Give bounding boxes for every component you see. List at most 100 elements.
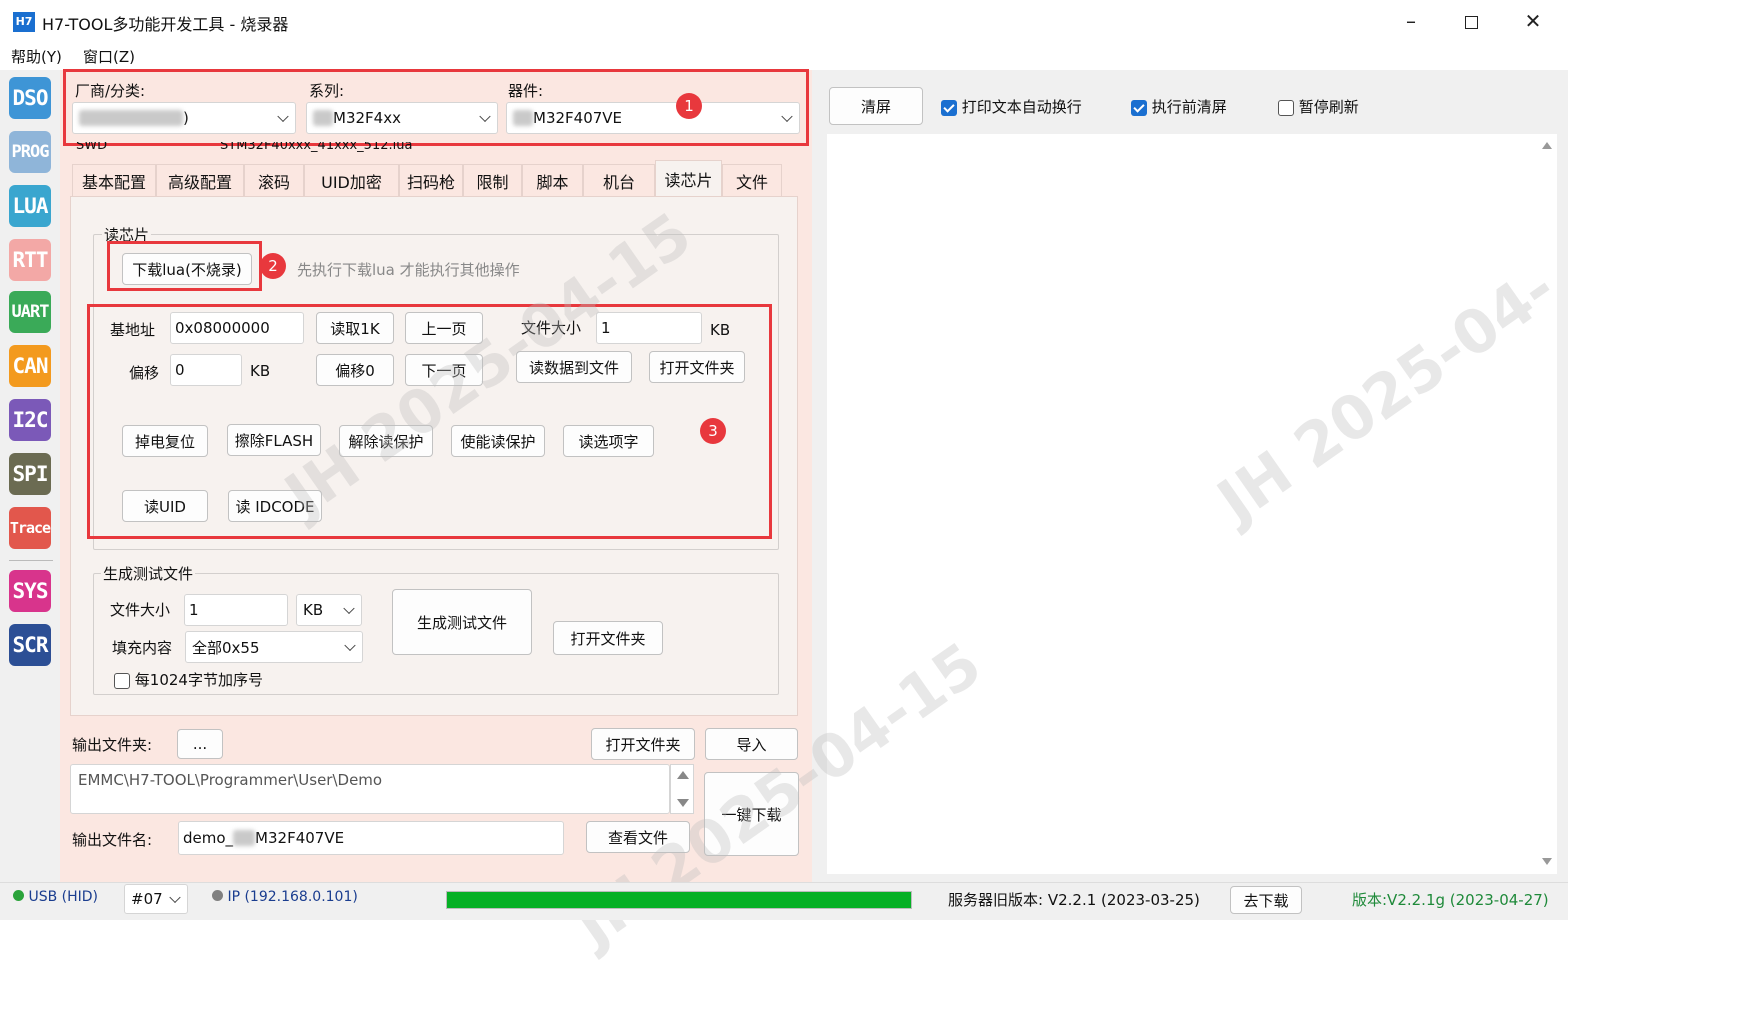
ip-status: IP (192.168.0.101) [212, 889, 358, 905]
protect-button[interactable]: 使能读保护 [451, 425, 545, 457]
file-size-label: 文件大小 [521, 319, 582, 337]
app-window: H7 H7-TOOL多功能开发工具 - 烧录器 – ✕ 帮助(Y) 窗口(Z) … [0, 0, 1568, 961]
maximize-button[interactable] [1454, 8, 1488, 34]
usb-connected-icon [13, 890, 24, 901]
tool-i2c-button[interactable]: I2C [9, 399, 51, 441]
file-size-input[interactable]: 1 [596, 312, 702, 344]
server-version-text: 服务器旧版本: V2.2.1 (2023-03-25) [948, 891, 1200, 909]
unprotect-button[interactable]: 解除读保护 [339, 425, 433, 457]
tab-4[interactable]: 扫码枪 [399, 164, 463, 196]
output-name-input[interactable]: demo_ M32F407VE [178, 821, 564, 855]
one-key-download-button[interactable]: 一键下载 [704, 772, 799, 856]
output-folder-label: 输出文件夹: [72, 736, 153, 754]
base-address-input[interactable]: 0x08000000 [170, 312, 304, 344]
tool-sys-button[interactable]: SYS [9, 570, 51, 612]
tab-2[interactable]: 滚码 [244, 164, 304, 196]
tool-lua-button[interactable]: LUA [9, 185, 51, 227]
version-text: 版本:V2.2.1g (2023-04-27) [1352, 891, 1549, 909]
tab-5[interactable]: 限制 [463, 164, 522, 196]
view-file-button[interactable]: 查看文件 [586, 821, 690, 853]
tab-1[interactable]: 高级配置 [156, 164, 244, 196]
hint-text: 先执行下载lua 才能执行其他操作 [297, 261, 520, 279]
offset-label: 偏移 [129, 364, 160, 382]
tab-3[interactable]: UID加密 [304, 164, 399, 196]
auto-wrap-checkbox[interactable] [941, 99, 957, 116]
read-to-file-button[interactable]: 读数据到文件 [516, 351, 632, 383]
go-download-button[interactable]: 去下载 [1230, 886, 1302, 914]
tab-6[interactable]: 脚本 [522, 164, 583, 196]
tab-8[interactable]: 读芯片 [655, 160, 722, 196]
seq-option[interactable]: 每1024字节加序号 [114, 669, 263, 690]
clear-before-run-option[interactable]: 执行前清屏 [1131, 96, 1227, 117]
read-option-bytes-button[interactable]: 读选项字 [563, 425, 654, 457]
tool-dso-button[interactable]: DSO [9, 77, 51, 119]
fill-label: 填充内容 [112, 639, 173, 657]
path-scrollbar[interactable] [670, 764, 694, 814]
app-logo-icon: H7 [13, 12, 35, 32]
fill-select[interactable]: 全部0x55 [185, 631, 363, 663]
log-output-area[interactable] [827, 134, 1537, 874]
interface-text: SWD [76, 142, 108, 153]
file-size-unit: KB [710, 321, 731, 339]
tool-can-button[interactable]: CAN [9, 345, 51, 387]
menu-help[interactable]: 帮助(Y) [11, 46, 62, 67]
next-page-button[interactable]: 下一页 [405, 354, 483, 386]
blurred-name-part [233, 830, 256, 846]
tab-0[interactable]: 基本配置 [72, 164, 156, 196]
pause-refresh-checkbox[interactable] [1278, 99, 1294, 116]
clear-screen-button[interactable]: 清屏 [829, 87, 923, 125]
log-scrollbar[interactable] [1537, 134, 1557, 874]
tab-7[interactable]: 机台 [583, 164, 655, 196]
read-1k-button[interactable]: 读取1K [316, 312, 394, 344]
base-address-label: 基地址 [110, 321, 156, 339]
scroll-up-icon [677, 771, 689, 779]
power-reset-button[interactable]: 掉电复位 [122, 425, 208, 457]
prev-page-button[interactable]: 上一页 [405, 312, 483, 344]
clear-before-run-checkbox[interactable] [1131, 99, 1147, 116]
tool-rtt-button[interactable]: RTT [9, 239, 51, 281]
open-folder-button[interactable]: 打开文件夹 [649, 351, 745, 383]
tool-prog-button[interactable]: PROG [9, 131, 51, 173]
test-size-unit-select[interactable]: KB [296, 594, 362, 626]
close-button[interactable]: ✕ [1516, 8, 1550, 34]
import-button[interactable]: 导入 [705, 728, 798, 760]
erase-flash-button[interactable]: 擦除FLASH [227, 424, 321, 456]
browse-folder-button[interactable]: ... [177, 729, 223, 759]
algorithm-text: STM32F40xxx_41xxx_512.lua [220, 142, 413, 153]
menu-window[interactable]: 窗口(Z) [83, 46, 135, 67]
read-idcode-button[interactable]: 读 IDCODE [228, 490, 322, 522]
seq-checkbox[interactable] [114, 672, 130, 689]
gen-test-group-label: 生成测试文件 [101, 563, 196, 584]
chevron-down-icon [344, 639, 356, 652]
chevron-down-icon [169, 891, 181, 904]
scroll-down-icon [1542, 858, 1552, 865]
generate-test-file-button[interactable]: 生成测试文件 [392, 589, 532, 655]
badge-2: 2 [260, 253, 286, 279]
tool-uart-button[interactable]: UART [9, 291, 51, 333]
test-size-input[interactable]: 1 [184, 594, 288, 626]
output-open-folder-button[interactable]: 打开文件夹 [591, 728, 695, 760]
output-path-field[interactable]: EMMC\H7-TOOL\Programmer\User\Demo [70, 764, 670, 814]
offset-zero-button[interactable]: 偏移0 [316, 354, 394, 386]
menu-bar [0, 42, 1568, 70]
tool-scr-button[interactable]: SCR [9, 624, 51, 666]
test-size-label: 文件大小 [110, 601, 171, 619]
read-uid-button[interactable]: 读UID [122, 490, 208, 522]
progress-fill [447, 892, 911, 908]
offset-input[interactable]: 0 [170, 354, 242, 386]
tool-trace-button[interactable]: Trace [9, 507, 51, 549]
highlight-box-2 [107, 241, 262, 291]
minimize-button[interactable]: – [1394, 8, 1428, 34]
badge-1: 1 [676, 93, 702, 119]
badge-3: 3 [700, 418, 726, 444]
scroll-up-icon [1542, 142, 1552, 149]
ip-status-icon [212, 890, 223, 901]
tab-9[interactable]: 文件 [722, 164, 782, 196]
pause-refresh-option[interactable]: 暂停刷新 [1278, 96, 1359, 117]
auto-wrap-option[interactable]: 打印文本自动换行 [941, 96, 1082, 117]
tool-spi-button[interactable]: SPI [9, 453, 51, 495]
window-title: H7-TOOL多功能开发工具 - 烧录器 [42, 15, 289, 34]
gen-open-folder-button[interactable]: 打开文件夹 [553, 621, 663, 655]
offset-unit: KB [250, 362, 271, 380]
port-select[interactable]: #07 [124, 884, 188, 914]
